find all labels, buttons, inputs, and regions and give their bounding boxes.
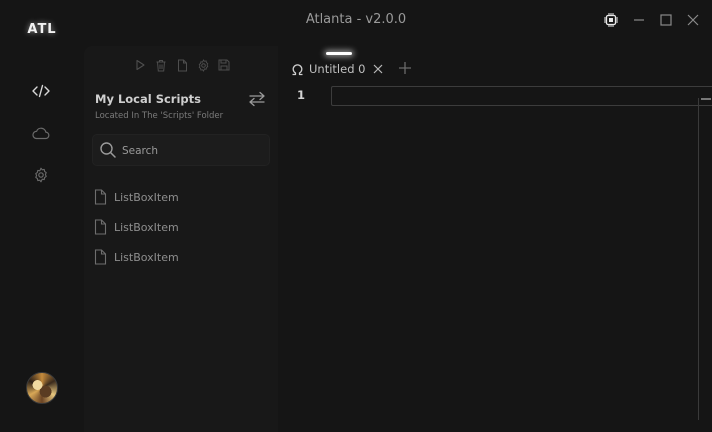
list-item[interactable]: ListBoxItem — [90, 242, 266, 272]
search-box — [92, 134, 270, 166]
sidebar-item-settings[interactable] — [30, 164, 52, 186]
script-list: ListBoxItem ListBoxItem ListBoxItem — [90, 182, 266, 272]
omega-icon — [290, 62, 304, 76]
title-bar: ATL Atlanta - v2.0.0 — [0, 0, 712, 42]
sidebar-item-cloud[interactable] — [30, 122, 52, 144]
active-tab-indicator — [326, 52, 352, 55]
line-number: 1 — [297, 88, 306, 102]
current-line-highlight[interactable] — [331, 86, 712, 106]
plus-icon — [399, 62, 411, 74]
tab-close-icon[interactable] — [371, 62, 385, 76]
panel-subtitle: Located In The 'Scripts' Folder — [95, 111, 224, 121]
minimize-icon — [634, 19, 644, 21]
list-item-label: ListBoxItem — [114, 190, 179, 204]
list-item-label: ListBoxItem — [114, 220, 179, 234]
trash-icon[interactable] — [153, 58, 169, 72]
panel-title: My Local Scripts — [95, 92, 201, 106]
file-icon[interactable] — [174, 58, 190, 72]
list-item[interactable]: ListBoxItem — [90, 212, 266, 242]
user-avatar[interactable] — [26, 372, 58, 404]
play-icon[interactable] — [132, 58, 148, 72]
swap-button[interactable] — [247, 90, 267, 108]
file-icon — [92, 248, 108, 266]
tab-untitled-0[interactable]: Untitled 0 — [290, 58, 385, 80]
gear-icon — [35, 167, 47, 183]
minimize-button[interactable] — [629, 10, 649, 30]
code-editor: Untitled 0 1 — [280, 46, 712, 432]
tab-label: Untitled 0 — [309, 62, 366, 76]
save-icon[interactable] — [216, 58, 232, 72]
vertical-scrollbar[interactable] — [698, 98, 712, 420]
list-item[interactable]: ListBoxItem — [90, 182, 266, 212]
left-sidebar — [0, 42, 82, 432]
file-icon — [92, 188, 108, 206]
search-icon — [100, 142, 116, 158]
maximize-icon — [660, 14, 672, 26]
search-input[interactable] — [120, 140, 264, 162]
file-icon — [92, 218, 108, 236]
close-icon — [687, 14, 699, 26]
code-icon — [32, 84, 50, 98]
cpu-icon-glyph — [604, 13, 618, 27]
cpu-icon[interactable] — [601, 10, 621, 30]
swap-icon — [249, 91, 265, 107]
scripts-panel: My Local Scripts Located In The 'Scripts… — [84, 46, 278, 432]
scripts-toolbar — [132, 58, 232, 72]
sidebar-item-editor[interactable] — [30, 80, 52, 102]
close-button[interactable] — [683, 10, 703, 30]
settings-icon[interactable] — [195, 58, 211, 72]
cloud-icon — [32, 127, 50, 140]
maximize-button[interactable] — [656, 10, 676, 30]
list-item-label: ListBoxItem — [114, 250, 179, 264]
add-tab-button[interactable] — [396, 59, 414, 77]
scrollbar-marker — [701, 98, 711, 100]
